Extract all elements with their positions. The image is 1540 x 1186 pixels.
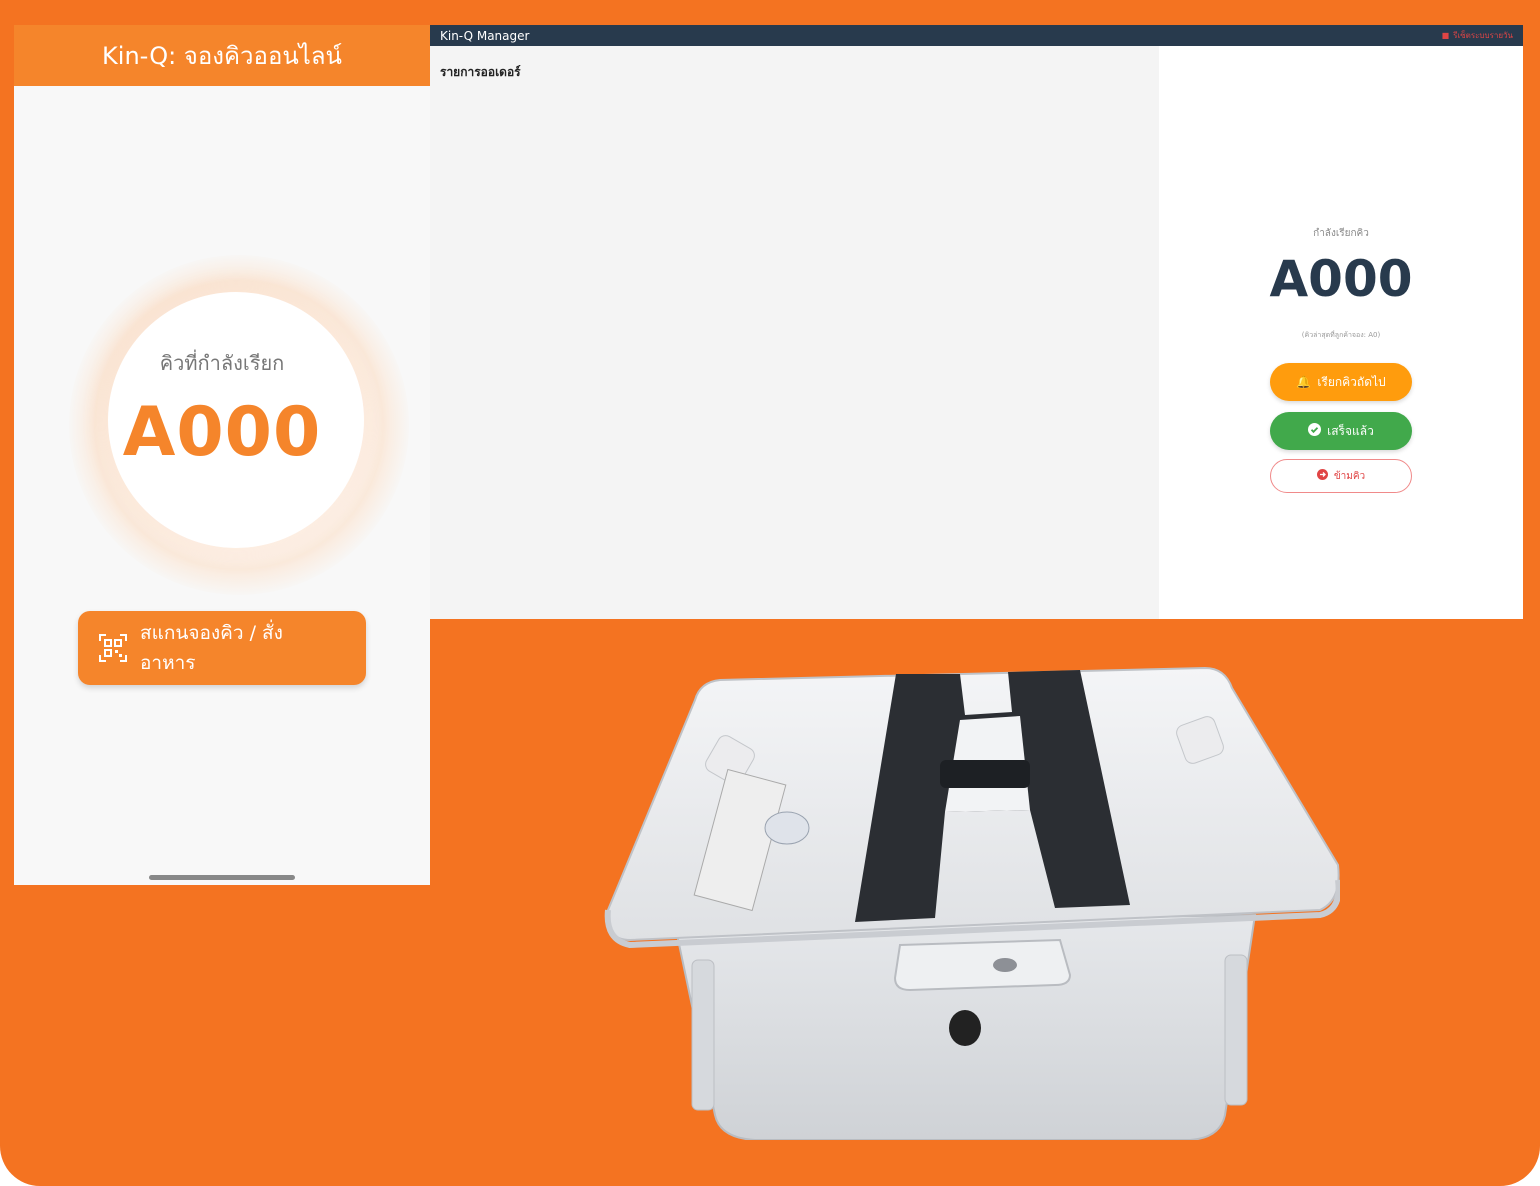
qr-scan-icon xyxy=(99,634,127,662)
check-circle-icon xyxy=(1308,423,1322,439)
reset-daily-label: รีเซ็ตระบบรายวัน xyxy=(1453,31,1513,40)
manager-dashboard: Kin-Q Manager ■ รีเซ็ตระบบรายวัน รายการอ… xyxy=(430,25,1523,619)
done-label: เสร็จแล้ว xyxy=(1327,423,1374,438)
trash-icon: ■ xyxy=(1441,31,1450,40)
skip-queue-button[interactable]: ข้ามคิว xyxy=(1270,459,1412,493)
home-indicator[interactable] xyxy=(149,875,295,880)
current-queue-number: A000 xyxy=(122,393,322,472)
mobile-header-title: Kin-Q: จองคิวออนไลน์ xyxy=(102,42,342,70)
collage-frame: Kin-Q: จองคิวออนไลน์ คิวที่กำลังเรียก A0… xyxy=(0,0,1540,1186)
queue-control-panel: กำลังเรียกคิว A000 (คิวล่าสุดที่ลูกค้าจอ… xyxy=(1159,46,1523,619)
scan-queue-button-label: สแกนจองคิว / สั่ง อาหาร xyxy=(140,622,283,674)
reset-daily-button[interactable]: ■ รีเซ็ตระบบรายวัน xyxy=(1442,29,1513,42)
call-next-label: เรียกคิวถัดไป xyxy=(1317,374,1386,389)
manager-top-bar: Kin-Q Manager ■ รีเซ็ตระบบรายวัน xyxy=(430,25,1523,46)
mobile-header: Kin-Q: จองคิวออนไลน์ xyxy=(14,25,430,86)
latest-issued-queue: (คิวล่าสุดที่ลูกค้าจอง: A0) xyxy=(1301,331,1381,339)
bell-icon: 🔔 xyxy=(1296,375,1312,389)
done-button[interactable]: เสร็จแล้ว xyxy=(1270,412,1412,450)
forward-circle-icon xyxy=(1316,469,1328,483)
current-calling-number: A000 xyxy=(1269,250,1413,308)
skip-queue-label: ข้ามคิว xyxy=(1333,470,1366,482)
call-next-button[interactable]: 🔔 เรียกคิวถัดไป xyxy=(1270,363,1412,401)
mobile-app-screen: Kin-Q: จองคิวออนไลน์ คิวที่กำลังเรียก A0… xyxy=(14,25,430,885)
device-enclosure-photo xyxy=(604,666,1340,1140)
current-calling-label: กำลังเรียกคิว xyxy=(1313,228,1369,239)
current-queue-label: คิวที่กำลังเรียก xyxy=(159,351,285,375)
manager-app-title: Kin-Q Manager xyxy=(440,28,530,43)
scan-queue-button[interactable]: สแกนจองคิว / สั่ง อาหาร xyxy=(78,611,366,685)
orders-title: รายการออเดอร์ xyxy=(440,65,521,79)
